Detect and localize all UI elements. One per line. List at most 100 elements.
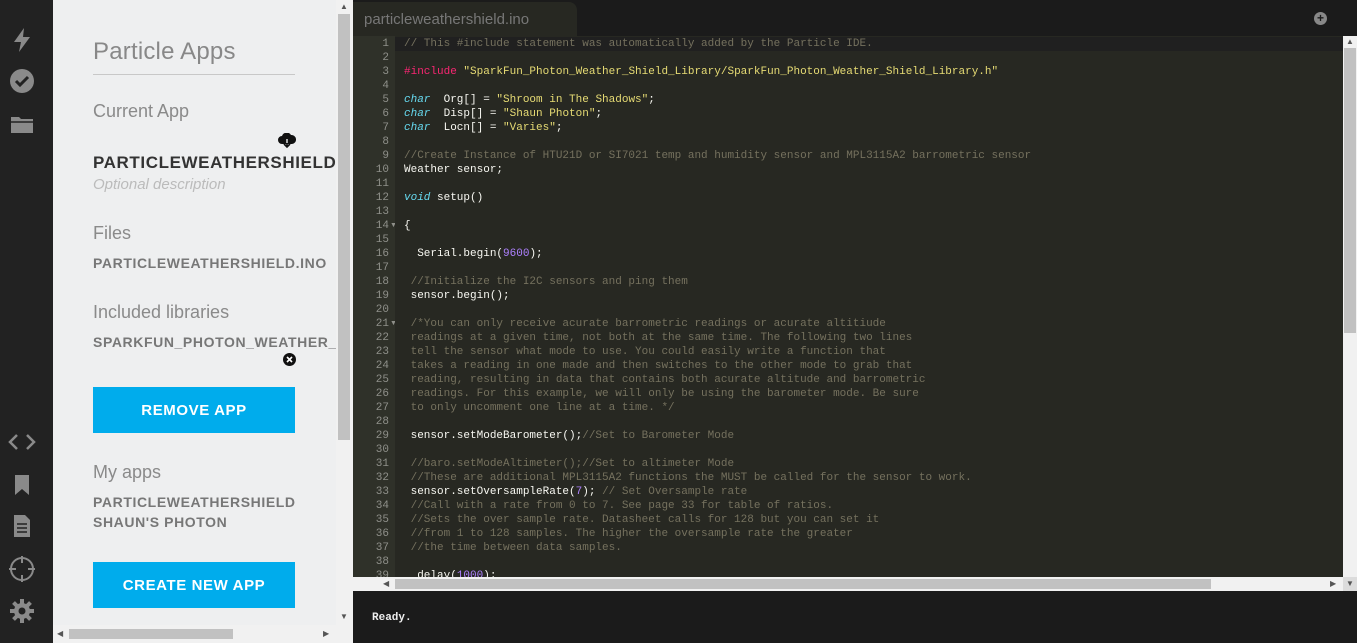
scroll-right-arrow-icon[interactable]: ▶ xyxy=(1330,580,1336,588)
editor-vertical-scrollbar[interactable]: ▲ xyxy=(1343,36,1357,577)
code-token: ; xyxy=(595,108,603,120)
scrollbar-thumb[interactable] xyxy=(69,629,233,639)
code-line[interactable]: sensor.begin(); xyxy=(404,289,510,303)
scroll-left-arrow-icon[interactable]: ◀ xyxy=(383,580,389,588)
code-line[interactable]: void setup() xyxy=(404,191,483,205)
line-number: 34 xyxy=(375,500,389,512)
scroll-up-arrow-icon[interactable]: ▲ xyxy=(340,3,348,11)
code-line[interactable]: // This #include statement was automatic… xyxy=(395,37,1343,51)
code-token: char xyxy=(404,94,431,106)
code-line[interactable]: //the time between data samples. xyxy=(404,541,622,555)
code-line[interactable]: readings at a given time, not both at th… xyxy=(404,331,913,345)
current-app-name[interactable]: PARTICLEWEATHERSHIELD xyxy=(93,153,336,173)
line-number: 5 xyxy=(382,94,389,106)
code-line[interactable]: sensor.setModeBarometer();//Set to Barom… xyxy=(404,429,734,443)
scrollbar-thumb[interactable] xyxy=(395,579,1211,589)
code-line[interactable]: { xyxy=(404,219,411,233)
panel-vertical-scrollbar[interactable]: ▲ ▼ xyxy=(336,0,353,625)
file-item[interactable]: PARTICLEWEATHERSHIELD.INO xyxy=(93,255,327,271)
scrollbar-thumb[interactable] xyxy=(1344,48,1356,333)
code-line[interactable]: delay(1000); xyxy=(404,569,496,577)
line-number: 11 xyxy=(375,178,389,190)
scroll-up-arrow-icon[interactable]: ▲ xyxy=(1346,38,1354,46)
code-line[interactable]: char Org[] = "Shroom in The Shadows"; xyxy=(404,93,655,107)
scroll-right-arrow-icon[interactable]: ▶ xyxy=(323,630,329,638)
description-field[interactable]: Optional description xyxy=(93,176,226,193)
file-tab[interactable]: particleweathershield.ino xyxy=(353,2,577,36)
code-line[interactable]: reading, resulting in data that contains… xyxy=(404,373,926,387)
code-token: //Create Instance of HTU21D or SI7021 te… xyxy=(404,150,1032,162)
code-line[interactable]: //Initialize the I2C sensors and ping th… xyxy=(404,275,688,289)
console-status: Ready. xyxy=(353,591,1357,643)
remove-library-icon[interactable] xyxy=(283,353,296,371)
code-token: ; xyxy=(648,94,655,106)
code-token: /*You can only receive acurate barrometr… xyxy=(404,318,886,330)
code-token: { xyxy=(404,220,411,232)
code-line[interactable]: takes a reading in one made and then swi… xyxy=(404,359,913,373)
line-number: 2 xyxy=(382,52,389,64)
remove-app-button[interactable]: REMOVE APP xyxy=(93,387,295,433)
code-line[interactable]: char Locn[] = "Varies"; xyxy=(404,121,562,135)
code-token: Weather sensor; xyxy=(404,164,504,176)
line-number: 7 xyxy=(382,122,389,134)
verify-icon[interactable] xyxy=(8,67,36,95)
line-number: 31 xyxy=(375,458,389,470)
code-token: sensor.setModeBarometer(); xyxy=(404,430,583,442)
line-number: 24 xyxy=(375,360,389,372)
particle-ide-window: Particle Apps Current App PARTICLEWEATHE… xyxy=(0,0,1357,643)
code-line[interactable]: #include "SparkFun_Photon_Weather_Shield… xyxy=(404,65,998,79)
gear-icon[interactable] xyxy=(8,597,36,625)
code-line[interactable]: tell the sensor what mode to use. You co… xyxy=(404,345,886,359)
scroll-left-arrow-icon[interactable]: ◀ xyxy=(57,630,63,638)
scrollbar-thumb[interactable] xyxy=(338,14,350,440)
code-line[interactable]: //Sets the over sample rate. Datasheet c… xyxy=(404,513,880,527)
code-token: 1000 xyxy=(456,570,484,577)
code-line[interactable]: //from 1 to 128 samples. The higher the … xyxy=(404,527,853,541)
add-tab-icon[interactable]: + xyxy=(1314,12,1327,25)
folder-icon[interactable] xyxy=(8,110,36,138)
my-app-item[interactable]: PARTICLEWEATHERSHIELD xyxy=(93,494,296,510)
code-line[interactable]: char Disp[] = "Shaun Photon"; xyxy=(404,107,602,121)
scroll-down-arrow-icon[interactable]: ▼ xyxy=(340,613,348,621)
libraries-label: Included libraries xyxy=(93,302,230,322)
panel-title: Particle Apps xyxy=(93,38,295,75)
cloud-download-icon[interactable] xyxy=(278,132,297,154)
line-number: 37 xyxy=(375,542,389,554)
code-line[interactable]: //Call with a rate from 0 to 7. See page… xyxy=(404,499,833,513)
editor-horizontal-scrollbar[interactable]: ◀ ▶ xyxy=(353,577,1343,591)
code-line[interactable]: Serial.begin(9600); xyxy=(404,247,542,261)
line-number: 15 xyxy=(375,234,389,246)
code-line[interactable]: /*You can only receive acurate barrometr… xyxy=(404,317,886,331)
bookmark-icon[interactable] xyxy=(8,471,36,499)
code-editor[interactable]: // This #include statement was automatic… xyxy=(395,36,1343,577)
code-line[interactable]: sensor.setOversampleRate(7); // Set Over… xyxy=(404,485,748,499)
code-line[interactable]: readings. For this example, we will only… xyxy=(404,387,919,401)
document-icon[interactable] xyxy=(8,512,36,540)
code-token: // Set Oversample rate xyxy=(602,486,748,498)
line-number: 8 xyxy=(382,136,389,148)
flash-icon[interactable] xyxy=(8,26,36,54)
code-token: 9600 xyxy=(503,248,530,260)
line-number: 18 xyxy=(375,276,389,288)
scrollbar-corner: ▼ xyxy=(1343,577,1357,591)
code-token: Serial.begin( xyxy=(404,248,504,260)
code-line[interactable]: //These are additional MPL3115A2 functio… xyxy=(404,471,972,485)
target-icon[interactable] xyxy=(8,555,36,583)
code-token: ); xyxy=(582,486,603,498)
code-line[interactable]: //baro.setModeAltimeter();//Set to altim… xyxy=(404,457,734,471)
line-number: 13 xyxy=(375,206,389,218)
code-line[interactable]: to only uncomment one line at a time. */ xyxy=(404,401,675,415)
library-item[interactable]: SPARKFUN_PHOTON_WEATHER_SHIELD_LIBRARY xyxy=(93,334,336,350)
code-token: reading, resulting in data that contains… xyxy=(404,374,926,386)
line-number: 16 xyxy=(375,248,389,260)
code-line[interactable]: //Create Instance of HTU21D or SI7021 te… xyxy=(404,149,1031,163)
files-label: Files xyxy=(93,223,132,243)
scroll-down-arrow-icon[interactable]: ▼ xyxy=(1346,580,1354,588)
create-new-app-button[interactable]: CREATE NEW APP xyxy=(93,562,295,608)
line-number: 20 xyxy=(375,304,389,316)
code-token: //These are additional MPL3115A2 functio… xyxy=(404,472,972,484)
code-line[interactable]: Weather sensor; xyxy=(404,163,503,177)
panel-horizontal-scrollbar[interactable]: ◀ ▶ xyxy=(53,625,336,643)
code-icon[interactable] xyxy=(8,428,36,456)
my-app-item[interactable]: SHAUN'S PHOTON xyxy=(93,514,227,530)
